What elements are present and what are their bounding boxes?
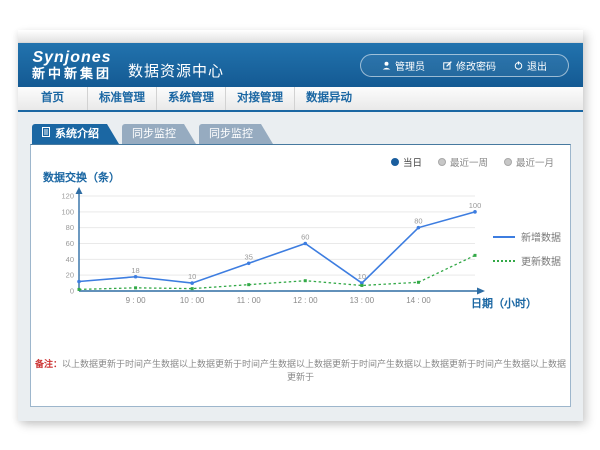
chart-legend: 新增数据 更新数据 bbox=[493, 229, 561, 268]
svg-text:35: 35 bbox=[245, 252, 253, 261]
x-axis-title: 日期（小时） bbox=[471, 295, 537, 311]
nav-item-data-change[interactable]: 数据异动 bbox=[294, 87, 363, 110]
admin-user-label: 管理员 bbox=[395, 58, 425, 73]
legend-line-dotted-icon bbox=[493, 260, 515, 262]
footer-note-text: 以上数据更新于时间产生数据以上数据更新于时间产生数据以上数据更新于时间产生数据以… bbox=[62, 359, 566, 382]
radio-today[interactable]: 当日 bbox=[391, 155, 422, 169]
svg-text:80: 80 bbox=[66, 223, 74, 232]
svg-text:14 : 00: 14 : 00 bbox=[406, 296, 431, 305]
page-title: 数据资源中心 bbox=[128, 60, 224, 81]
footer-note: 备注：以上数据更新于时间产生数据以上数据更新于时间产生数据以上数据更新于时间产生… bbox=[31, 357, 570, 383]
tab-sync-monitor-2-label: 同步监控 bbox=[209, 124, 253, 144]
svg-text:80: 80 bbox=[414, 217, 422, 226]
admin-user-button[interactable]: 管理员 bbox=[373, 58, 434, 73]
line-chart: 0 20 40 60 80 100 120 9 : 00 10 : 00 11 : 00 12 : … bbox=[45, 187, 485, 319]
legend-item-new-data[interactable]: 新增数据 bbox=[493, 229, 561, 244]
edit-icon bbox=[443, 61, 452, 70]
legend-updated-data-label: 更新数据 bbox=[521, 253, 561, 268]
radio-last-week-dot bbox=[438, 158, 446, 166]
svg-text:20: 20 bbox=[66, 271, 74, 280]
svg-text:13 : 00: 13 : 00 bbox=[350, 296, 375, 305]
time-range-filter: 当日 最近一周 最近一月 bbox=[391, 155, 554, 169]
y-axis-title: 数据交换（条） bbox=[43, 169, 120, 185]
change-password-label: 修改密码 bbox=[456, 58, 496, 73]
app-header: Synjones 新中新集团 数据资源中心 管理员 修改密码 退出 bbox=[18, 43, 583, 87]
radio-last-month[interactable]: 最近一月 bbox=[504, 155, 554, 169]
svg-text:11 : 00: 11 : 00 bbox=[237, 296, 261, 305]
svg-text:100: 100 bbox=[469, 201, 482, 210]
svg-text:100: 100 bbox=[61, 207, 74, 216]
svg-text:60: 60 bbox=[66, 239, 74, 248]
svg-text:120: 120 bbox=[61, 192, 74, 201]
legend-item-updated-data[interactable]: 更新数据 bbox=[493, 253, 561, 268]
change-password-button[interactable]: 修改密码 bbox=[434, 58, 505, 73]
user-icon bbox=[382, 61, 391, 70]
main-nav: 首页 标准管理 系统管理 对接管理 数据异动 bbox=[18, 87, 583, 112]
legend-new-data-label: 新增数据 bbox=[521, 229, 561, 244]
window-top-strip bbox=[18, 30, 583, 43]
radio-last-week-label: 最近一周 bbox=[450, 155, 488, 169]
radio-today-label: 当日 bbox=[403, 155, 422, 169]
svg-text:0: 0 bbox=[70, 287, 74, 296]
logo-text-cn: 新中新集团 bbox=[32, 67, 112, 81]
svg-text:12 : 00: 12 : 00 bbox=[293, 296, 318, 305]
radio-last-month-label: 最近一月 bbox=[516, 155, 554, 169]
svg-text:18: 18 bbox=[131, 266, 139, 275]
svg-text:60: 60 bbox=[301, 233, 309, 242]
logout-button[interactable]: 退出 bbox=[505, 58, 556, 73]
tab-sync-monitor-1-label: 同步监控 bbox=[132, 124, 176, 144]
nav-item-interface-mgmt[interactable]: 对接管理 bbox=[225, 87, 294, 110]
tab-sync-monitor-2[interactable]: 同步监控 bbox=[199, 124, 273, 144]
svg-text:40: 40 bbox=[66, 255, 74, 264]
tab-system-intro-label: 系统介绍 bbox=[55, 124, 99, 144]
content-area: 系统介绍 同步监控 同步监控 当日 最近一周 bbox=[18, 112, 583, 407]
svg-text:10 : 00: 10 : 00 bbox=[180, 296, 205, 305]
logout-label: 退出 bbox=[527, 58, 547, 73]
footer-note-label: 备注： bbox=[35, 359, 62, 369]
document-icon bbox=[42, 124, 50, 144]
tab-sync-monitor-1[interactable]: 同步监控 bbox=[122, 124, 196, 144]
logo-text-en: Synjones bbox=[32, 50, 112, 67]
svg-text:10: 10 bbox=[188, 272, 196, 281]
nav-item-standard-mgmt[interactable]: 标准管理 bbox=[87, 87, 156, 110]
nav-item-system-mgmt[interactable]: 系统管理 bbox=[156, 87, 225, 110]
radio-today-dot bbox=[391, 158, 399, 166]
company-logo: Synjones 新中新集团 bbox=[32, 50, 112, 80]
user-menu: 管理员 修改密码 退出 bbox=[360, 54, 569, 77]
radio-last-week[interactable]: 最近一周 bbox=[438, 155, 488, 169]
svg-text:10: 10 bbox=[358, 272, 366, 281]
power-icon bbox=[514, 61, 523, 70]
tab-system-intro[interactable]: 系统介绍 bbox=[32, 124, 119, 144]
tab-bar: 系统介绍 同步监控 同步监控 bbox=[30, 124, 571, 144]
svg-text:9 : 00: 9 : 00 bbox=[126, 296, 147, 305]
chart-card: 当日 最近一周 最近一月 数据交换（条） 0 20 40 60 80 100 120 9 : … bbox=[30, 144, 571, 407]
nav-item-home[interactable]: 首页 bbox=[18, 87, 87, 110]
radio-last-month-dot bbox=[504, 158, 512, 166]
legend-line-solid-icon bbox=[493, 236, 515, 238]
main-window: Synjones 新中新集团 数据资源中心 管理员 修改密码 退出 bbox=[18, 30, 583, 421]
